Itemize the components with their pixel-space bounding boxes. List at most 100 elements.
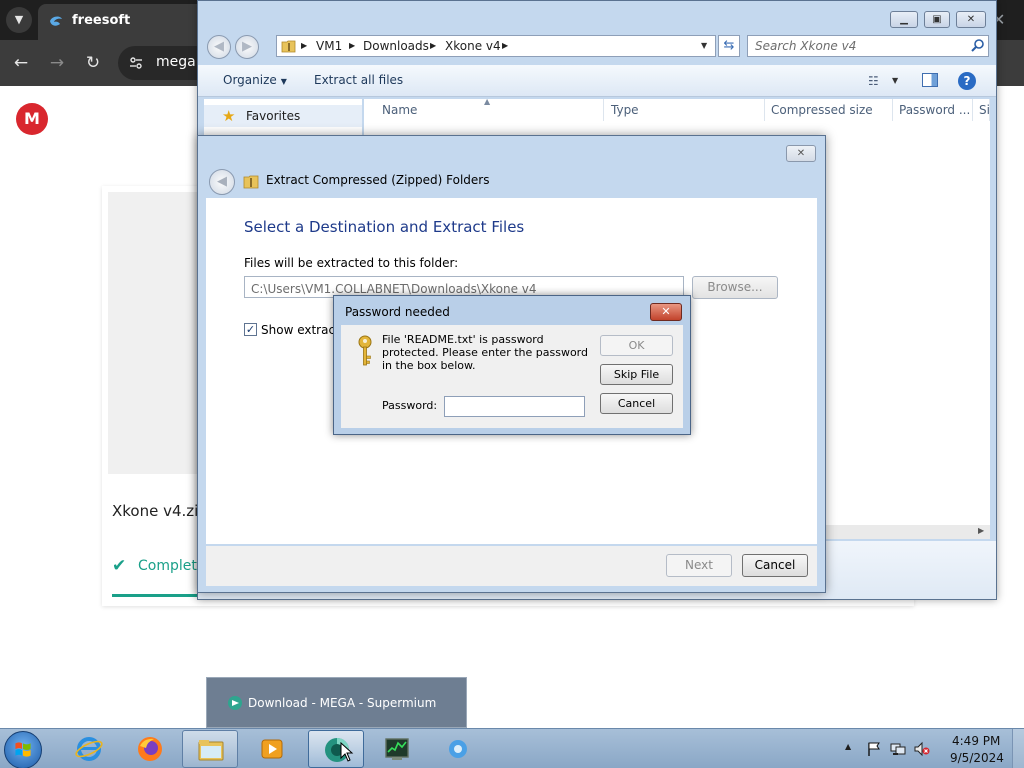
organize-label: Organize [223, 73, 277, 87]
breadcrumb-arrow-icon[interactable]: ▶ [430, 41, 436, 50]
password-dialog-body: File 'README.txt' is password protected.… [341, 325, 683, 428]
password-cancel-button[interactable]: Cancel [600, 393, 673, 414]
wizard-footer: Next Cancel [206, 546, 817, 586]
sort-ascending-icon: ▲ [484, 97, 491, 106]
clock-time[interactable]: 4:49 PM [952, 734, 1000, 748]
password-label: Password: [382, 399, 438, 412]
organize-button[interactable]: Organize ▼ [223, 73, 287, 87]
taskbar: ▲ 4:49 PM 9/5/2024 [0, 728, 1024, 768]
column-header-size[interactable]: Si [973, 99, 990, 121]
chevron-down-icon: ▼ [280, 77, 287, 86]
supermium-icon [228, 696, 242, 710]
browser-tab-freesoft[interactable]: freesoft [38, 4, 208, 40]
explorer-back-icon[interactable]: ◀ [207, 35, 231, 59]
password-dialog-title: Password needed [345, 305, 450, 319]
download-filename: Xkone v4.zip [112, 502, 208, 520]
forward-arrow-icon[interactable]: → [44, 50, 70, 76]
wizard-heading: Select a Destination and Extract Files [244, 218, 525, 236]
thumbnail-label: Download - MEGA - Supermium [248, 696, 437, 710]
checkmark-icon: ✔ [112, 556, 127, 576]
search-placeholder: Search Xkone v4 [755, 39, 857, 53]
taskbar-firefox[interactable] [122, 730, 178, 768]
help-icon[interactable]: ? [958, 72, 976, 90]
file-preview [108, 192, 208, 474]
wizard-cancel-button[interactable]: Cancel [742, 554, 808, 577]
taskbar-supermium[interactable] [308, 730, 364, 768]
show-desktop-button[interactable] [1012, 729, 1024, 768]
folder-icon [198, 740, 224, 761]
change-view-icon[interactable]: ☷ [868, 74, 879, 88]
search-icon[interactable] [970, 38, 986, 54]
key-icon [358, 335, 372, 366]
favorites-label: Favorites [246, 109, 301, 123]
maximize-button[interactable]: ▣ [924, 11, 950, 28]
close-button[interactable]: ✕ [956, 11, 986, 28]
taskbar-control-panel[interactable] [430, 730, 486, 768]
freesoft-favicon-icon [50, 16, 62, 26]
media-player-icon [261, 739, 283, 759]
password-dialog: Password needed ✕ File 'README.txt' is p… [333, 295, 691, 435]
zip-folder-icon [243, 175, 259, 189]
clock-date[interactable]: 9/5/2024 [950, 751, 1004, 765]
windows-logo-icon [15, 742, 31, 757]
breadcrumb-arrow-icon[interactable]: ▶ [502, 41, 508, 50]
skip-file-button[interactable]: Skip File [600, 364, 673, 385]
show-hidden-icons-icon[interactable]: ▲ [845, 742, 851, 751]
show-files-checkbox[interactable]: ✓ [244, 323, 257, 336]
task-manager-icon [385, 738, 409, 760]
minimize-button[interactable]: ▁ [890, 11, 918, 28]
download-progress-bar [112, 594, 202, 597]
command-bar: Organize ▼ Extract all files ☷ ▼ ? [198, 65, 996, 97]
wizard-back-icon[interactable]: ◀ [209, 169, 235, 195]
taskbar-task-manager[interactable] [369, 730, 425, 768]
action-center-flag-icon[interactable] [866, 741, 882, 757]
zip-folder-icon [281, 40, 296, 53]
star-icon: ★ [222, 107, 236, 125]
breadcrumb-vm1[interactable]: VM1 [316, 39, 342, 53]
wizard-close-button[interactable]: ✕ [786, 145, 816, 162]
explorer-forward-icon[interactable]: ▶ [235, 35, 259, 59]
preview-pane-icon[interactable] [922, 73, 938, 87]
column-header-password[interactable]: Password ... [893, 99, 973, 121]
column-header-compressed-size[interactable]: Compressed size [765, 99, 893, 121]
mega-logo-icon[interactable]: M [16, 103, 48, 135]
taskbar-media-player[interactable] [244, 730, 300, 768]
download-status: Complete [138, 558, 206, 574]
breadcrumb-xkone[interactable]: Xkone v4 [445, 39, 501, 53]
volume-muted-icon[interactable] [914, 741, 930, 757]
nav-item-favorites[interactable]: ★ Favorites [204, 105, 362, 127]
breadcrumb-arrow-icon[interactable]: ▶ [349, 41, 355, 50]
taskbar-thumbnail-popup[interactable]: Download - MEGA - Supermium [206, 677, 467, 728]
password-message: File 'README.txt' is password protected.… [382, 333, 588, 372]
address-dropdown-icon[interactable]: ▼ [701, 41, 707, 50]
reload-icon[interactable]: ↻ [80, 50, 106, 76]
refresh-icon[interactable]: ⇆ [718, 35, 740, 57]
column-header-type[interactable]: Type [605, 99, 765, 121]
explorer-search-box[interactable]: Search Xkone v4 [747, 35, 989, 57]
breadcrumb-downloads[interactable]: Downloads [363, 39, 429, 53]
network-icon[interactable] [890, 741, 906, 757]
browse-button[interactable]: Browse... [692, 276, 778, 299]
extract-all-button[interactable]: Extract all files [314, 73, 403, 87]
view-dropdown-icon[interactable]: ▼ [892, 76, 898, 85]
password-input[interactable] [444, 396, 585, 417]
tab-title: freesoft [72, 13, 131, 28]
destination-label: Files will be extracted to this folder: [244, 256, 459, 270]
next-button[interactable]: Next [666, 554, 732, 577]
internet-explorer-icon [75, 737, 103, 761]
site-settings-icon[interactable] [128, 55, 144, 71]
control-panel-icon [449, 740, 467, 758]
password-close-button[interactable]: ✕ [650, 303, 682, 321]
firefox-icon [138, 737, 162, 761]
tab-search-dropdown[interactable]: ▼ [6, 7, 32, 33]
mouse-cursor-icon [340, 742, 354, 762]
taskbar-windows-explorer[interactable] [182, 730, 238, 768]
wizard-title: Extract Compressed (Zipped) Folders [266, 173, 490, 187]
scroll-right-icon[interactable]: ▶ [978, 526, 984, 535]
taskbar-internet-explorer[interactable] [61, 730, 117, 768]
breadcrumb-arrow-icon[interactable]: ▶ [301, 41, 307, 50]
windows-start-icon[interactable] [4, 731, 42, 768]
explorer-address-bar[interactable]: ▶ VM1 ▶ Downloads ▶ Xkone v4 ▶ ▼ [276, 35, 716, 57]
back-arrow-icon[interactable]: ← [8, 50, 34, 76]
ok-button[interactable]: OK [600, 335, 673, 356]
